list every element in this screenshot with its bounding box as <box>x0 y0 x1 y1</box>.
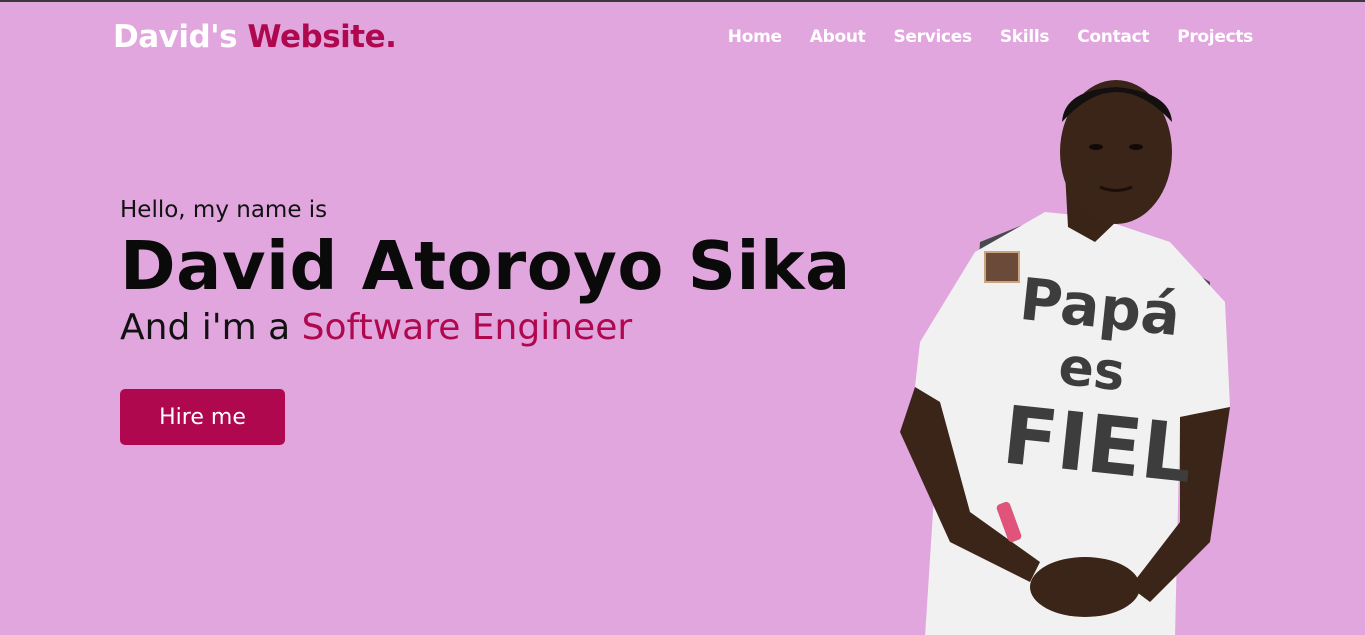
shirt-print-line3: FIEL <box>999 388 1198 500</box>
profile-photo: Papá es FIEL <box>900 80 1230 635</box>
nav-link-home[interactable]: Home <box>728 27 782 47</box>
hero-text: Hello, my name is David Atoroyo Sika And… <box>120 192 880 352</box>
hero-role: And i'm a Software Engineer <box>120 304 880 352</box>
hire-me-button[interactable]: Hire me <box>120 389 285 445</box>
site-logo[interactable]: David's Website. <box>113 19 397 55</box>
hero-greeting: Hello, my name is <box>120 197 328 223</box>
shirt-print-line2: es <box>1056 337 1128 404</box>
role-highlight: Software Engineer <box>301 307 633 348</box>
logo-second-word: Website. <box>247 19 397 55</box>
logo-first-word: David's <box>113 19 238 55</box>
role-prefix: And i'm a <box>120 307 291 348</box>
hero-name: David Atoroyo Sika <box>120 227 851 305</box>
nav-link-about[interactable]: About <box>810 27 866 47</box>
